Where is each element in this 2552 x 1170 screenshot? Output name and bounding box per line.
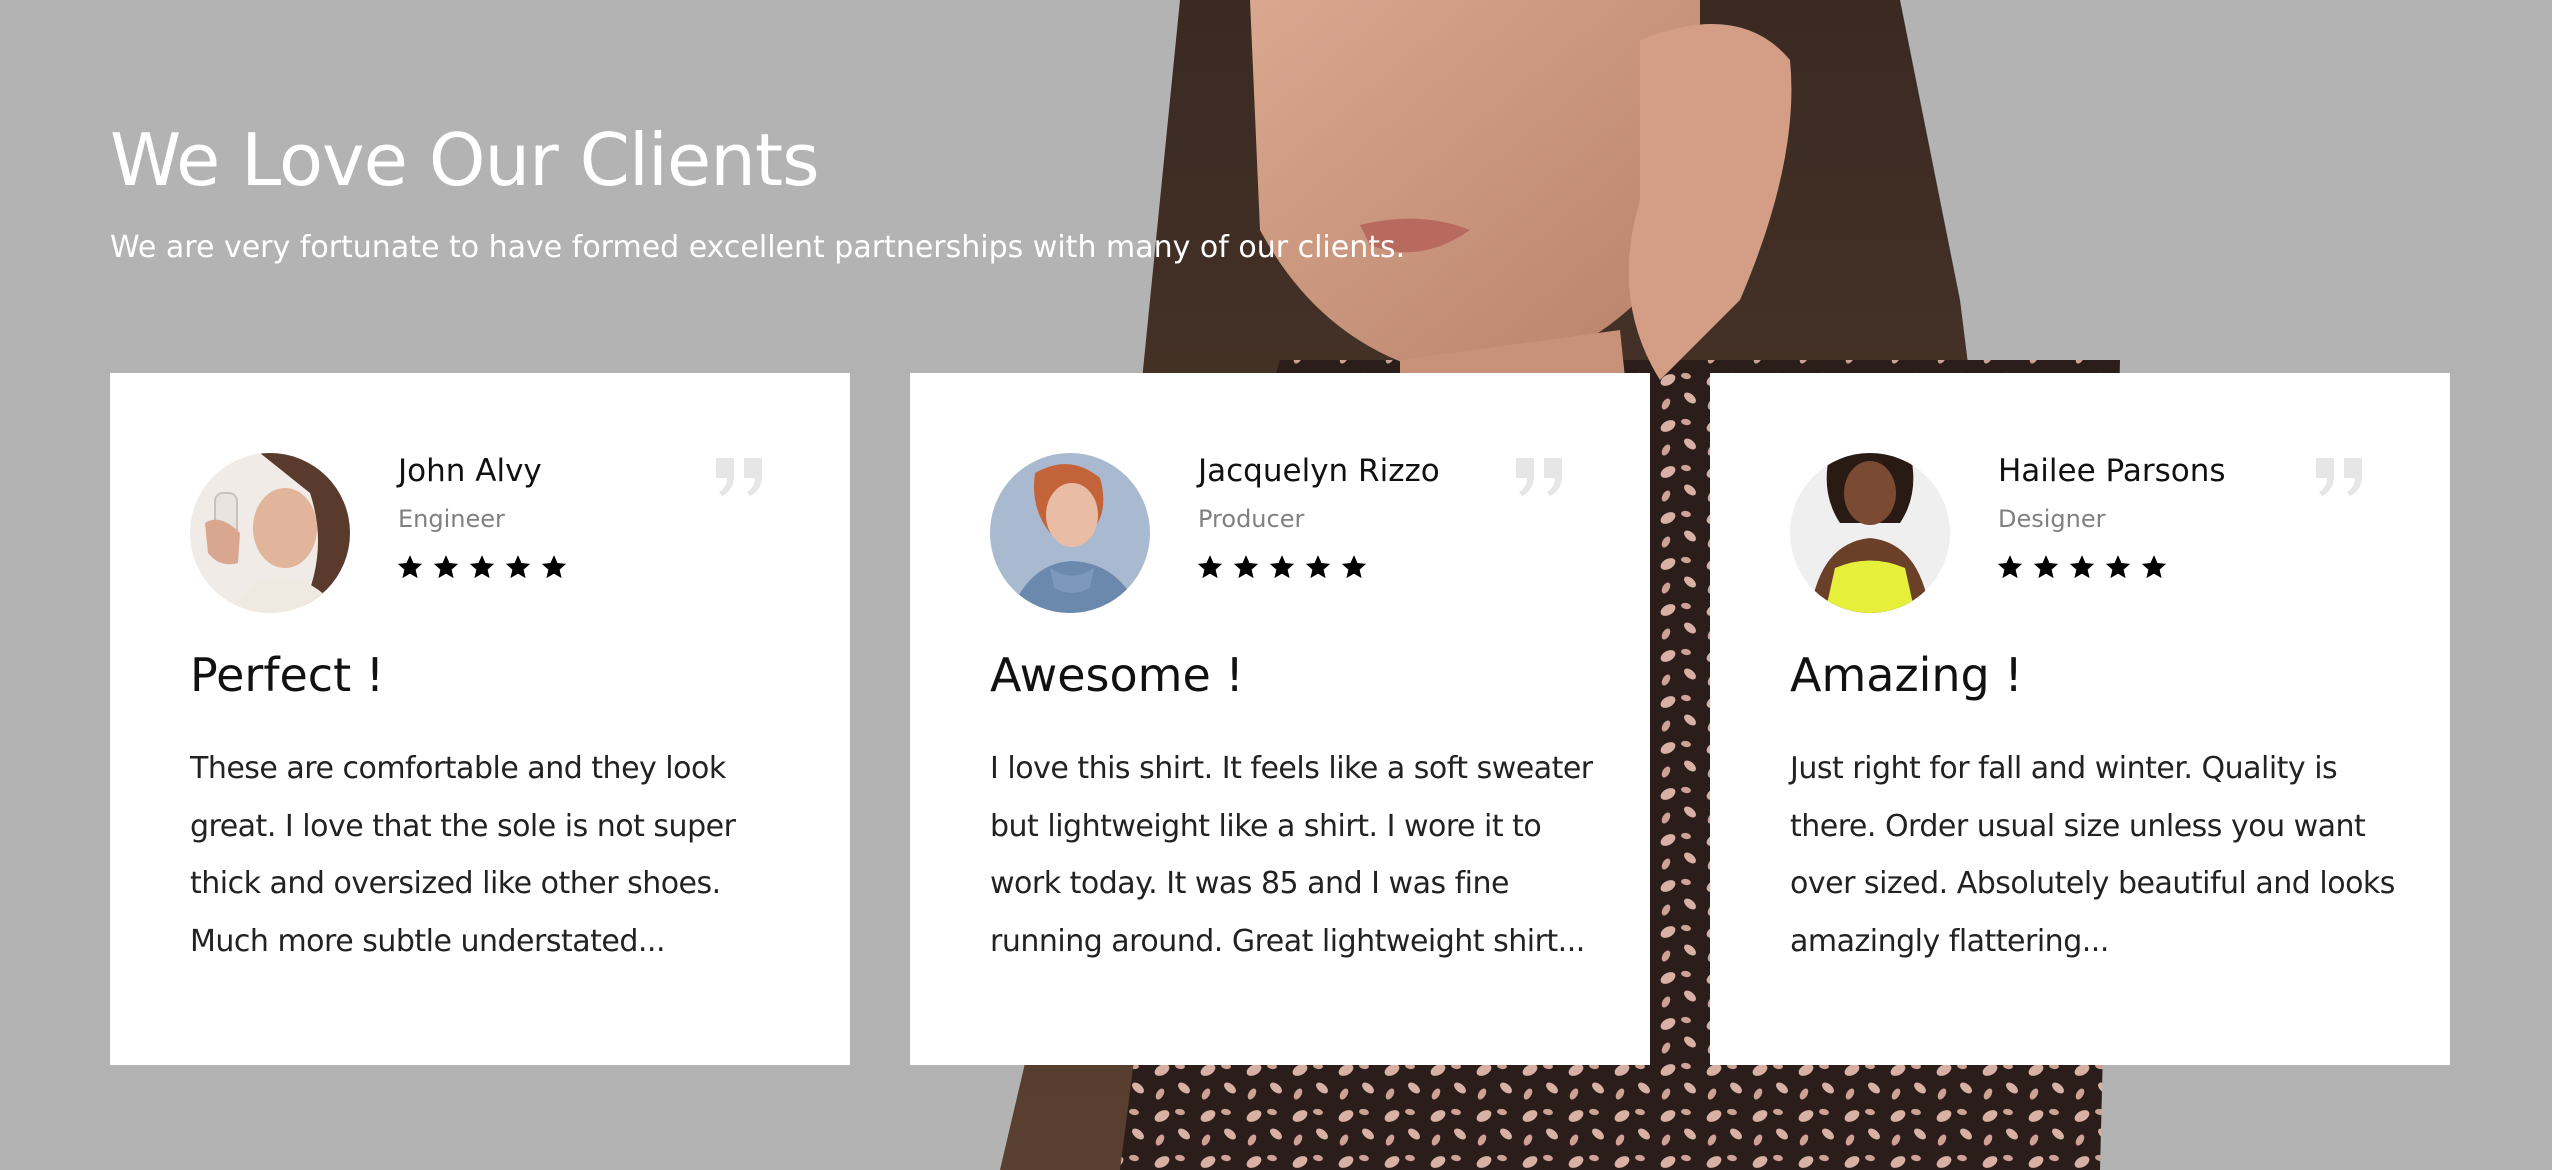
star-icon <box>541 555 567 579</box>
testimonial-card: John Alvy Engineer Perfect ! These are c… <box>110 373 850 1065</box>
review-title: Perfect ! <box>190 648 385 702</box>
client-role: Producer <box>1198 505 1305 533</box>
star-icon <box>2033 555 2059 579</box>
star-icon <box>433 555 459 579</box>
review-line: thick and oversized like other shoes. <box>190 866 721 901</box>
quote-icon <box>1516 458 1562 496</box>
star-icon <box>505 555 531 579</box>
avatar <box>990 453 1150 613</box>
section-subtitle: We are very fortunate to have formed exc… <box>110 230 1406 265</box>
star-rating <box>1196 553 1368 581</box>
client-role: Designer <box>1998 505 2106 533</box>
review-text: Just right for fall and winter. Quality … <box>1790 740 2395 970</box>
star-icon <box>469 555 495 579</box>
star-icon <box>1269 555 1295 579</box>
client-role: Engineer <box>398 505 505 533</box>
review-title: Amazing ! <box>1790 648 2023 702</box>
star-icon <box>2141 555 2167 579</box>
testimonial-card: Hailee Parsons Designer Amazing ! Just r… <box>1710 373 2450 1065</box>
testimonial-card: Jacquelyn Rizzo Producer Awesome ! I lov… <box>910 373 1650 1065</box>
section-title: We Love Our Clients <box>110 118 820 202</box>
review-text: I love this shirt. It feels like a soft … <box>990 740 1593 970</box>
review-line: work today. It was 85 and I was fine <box>990 866 1509 901</box>
review-title: Awesome ! <box>990 648 1244 702</box>
star-icon <box>2105 555 2131 579</box>
review-text: These are comfortable and they look grea… <box>190 740 790 970</box>
star-icon <box>1997 555 2023 579</box>
client-name: Hailee Parsons <box>1998 453 2226 489</box>
review-line: Just right for fall and winter. Quality … <box>1790 751 2338 786</box>
testimonials-section: We Love Our Clients We are very fortunat… <box>0 0 2552 1170</box>
client-name: John Alvy <box>398 453 542 489</box>
avatar <box>190 453 350 613</box>
quote-icon <box>2316 458 2362 496</box>
avatar <box>1790 453 1950 613</box>
review-line: but lightweight like a shirt. I wore it … <box>990 808 1542 844</box>
review-line: running around. Great lightweight shirt.… <box>990 923 1585 959</box>
review-line: there. Order usual size unless you want <box>1790 808 2366 844</box>
quote-icon <box>716 458 762 496</box>
star-icon <box>1233 555 1259 579</box>
star-icon <box>1197 555 1223 579</box>
star-icon <box>2069 555 2095 579</box>
review-line: amazingly flattering... <box>1790 923 2109 959</box>
review-line: Much more subtle understated... <box>190 923 665 959</box>
star-icon <box>397 555 423 579</box>
review-line: great. I love that the sole is not super <box>190 808 736 844</box>
star-icon <box>1305 555 1331 579</box>
review-line: These are comfortable and they look <box>190 751 726 786</box>
review-line: I love this shirt. It feels like a soft … <box>990 751 1593 786</box>
star-rating <box>1996 553 2168 581</box>
star-icon <box>1341 555 1367 579</box>
review-line: over sized. Absolutely beautiful and loo… <box>1790 866 2395 901</box>
client-name: Jacquelyn Rizzo <box>1198 453 1440 489</box>
star-rating <box>396 553 568 581</box>
